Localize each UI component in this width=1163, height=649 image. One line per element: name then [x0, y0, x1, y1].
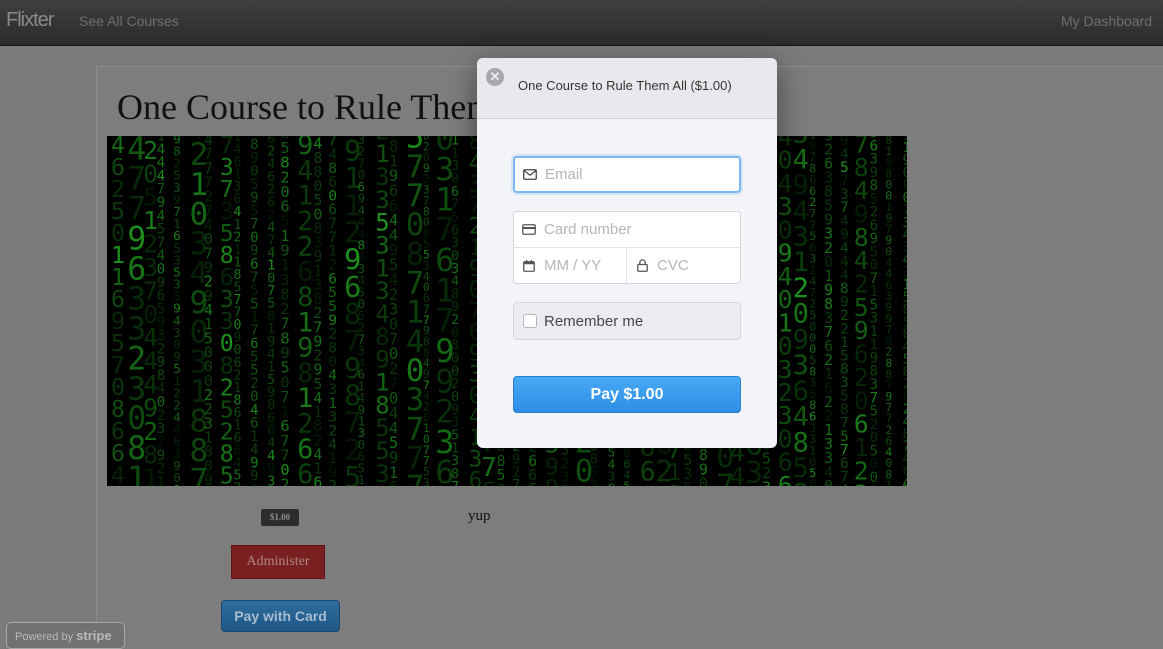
credit-card-icon [514, 212, 544, 247]
nav-see-all-courses[interactable]: See All Courses [79, 13, 179, 29]
card-number-placeholder: Card number [544, 221, 632, 238]
expiry-placeholder: MM / YY [544, 257, 602, 274]
course-description: yup [468, 508, 491, 524]
powered-by-stripe-badge[interactable]: Powered by stripe [6, 622, 125, 649]
close-icon[interactable]: ✕ [486, 68, 504, 86]
brand-logo[interactable]: Flixter [6, 9, 54, 32]
remember-me-row[interactable]: Remember me [513, 302, 741, 340]
cvc-placeholder: CVC [657, 257, 689, 274]
lock-icon [627, 248, 657, 283]
email-placeholder: Email [545, 166, 583, 183]
stripe-badge-prefix: Powered by [15, 631, 74, 643]
expiry-field[interactable]: MM / YY [514, 248, 627, 283]
modal-title: One Course to Rule Them All ($1.00) [518, 78, 732, 93]
email-field[interactable]: Email [513, 156, 741, 193]
card-details-group: Card number MM / YY CVC [513, 211, 741, 284]
modal-header: ✕ One Course to Rule Them All ($1.00) [477, 58, 777, 119]
card-number-field[interactable]: Card number [514, 212, 740, 248]
remember-me-checkbox[interactable] [523, 314, 537, 328]
stripe-badge-brand: stripe [76, 628, 112, 643]
pay-with-card-button[interactable]: Pay with Card [221, 600, 340, 632]
course-title: One Course to Rule Them All [117, 87, 477, 127]
checkout-modal: ✕ One Course to Rule Them All ($1.00) Em… [477, 58, 777, 448]
envelope-icon [515, 158, 545, 191]
calendar-icon [514, 248, 544, 283]
cvc-field[interactable]: CVC [627, 248, 740, 283]
price-badge: $1.00 [261, 509, 299, 526]
pay-button[interactable]: Pay $1.00 [513, 376, 741, 413]
nav-my-dashboard[interactable]: My Dashboard [1061, 13, 1152, 29]
administer-button[interactable]: Administer [231, 545, 325, 579]
remember-me-label: Remember me [544, 313, 644, 330]
top-navbar: Flixter See All Courses My Dashboard [0, 0, 1163, 46]
